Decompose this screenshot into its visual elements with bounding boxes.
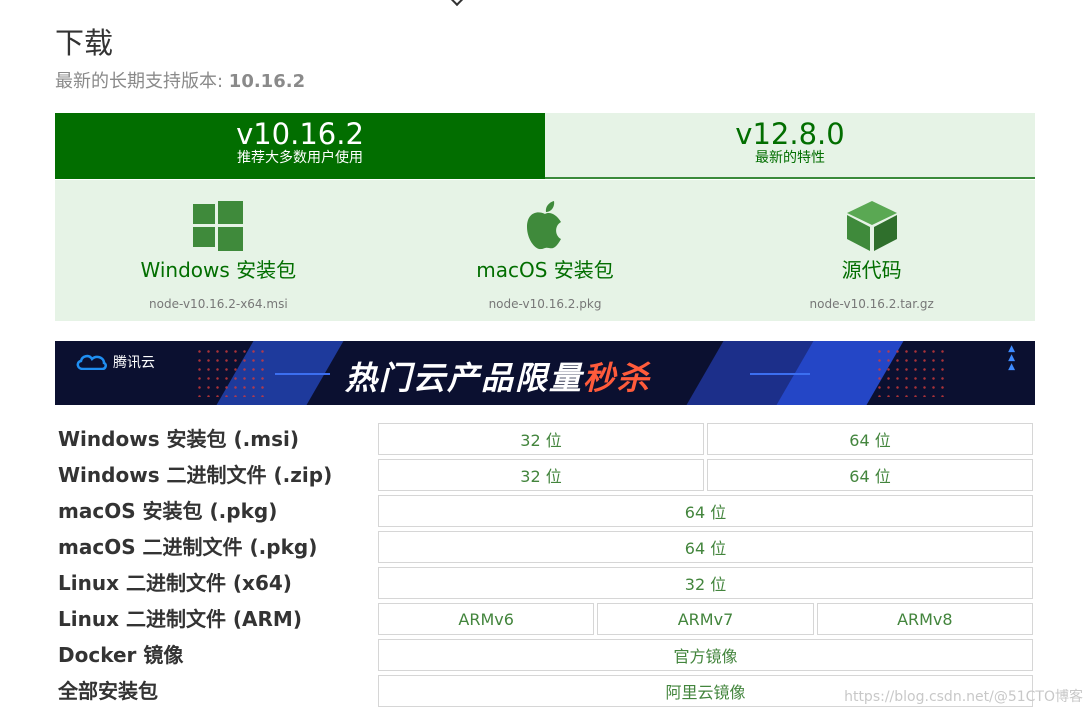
release-tabs: v10.16.2 推荐大多数用户使用 v12.8.0 最新的特性: [55, 113, 1035, 179]
download-macos-file: node-v10.16.2.pkg: [488, 297, 602, 311]
row-download-links: 32 位 64 位: [378, 459, 1033, 491]
cloud-icon: [76, 354, 107, 370]
download-link[interactable]: 官方镜像: [378, 639, 1033, 671]
row-label: Docker 镜像: [58, 643, 184, 667]
row-download-links: 64 位: [378, 531, 1033, 563]
row-download-links: ARMv6 ARMv7 ARMv8: [378, 603, 1033, 635]
banner-headline: 热门云产品限量秒杀: [345, 353, 651, 399]
download-link[interactable]: 32 位: [378, 567, 1033, 599]
cube-icon: [708, 200, 1035, 252]
watermark: https://blog.csdn.net/@51CTO博客: [844, 689, 1083, 705]
download-link[interactable]: 64 位: [378, 531, 1033, 563]
row-label: 全部安装包: [58, 679, 158, 703]
table-row: macOS 安装包 (.pkg) 64 位: [55, 493, 1035, 529]
page-title: 下载: [55, 26, 114, 60]
ad-banner[interactable]: 腾讯云 热门云产品限量秒杀 ▲ ▲ ▲: [55, 341, 1035, 405]
row-label: Linux 二进制文件 (ARM): [58, 607, 302, 631]
download-link[interactable]: 64 位: [707, 423, 1033, 455]
download-link[interactable]: 64 位: [707, 459, 1033, 491]
tab-lts-desc: 推荐大多数用户使用: [237, 150, 363, 166]
tab-current[interactable]: v12.8.0 最新的特性: [545, 113, 1035, 179]
download-source[interactable]: 源代码 node-v10.16.2.tar.gz: [708, 180, 1035, 321]
banner-headline-accent: 秒杀: [583, 359, 652, 397]
download-macos-label: macOS 安装包: [476, 258, 614, 282]
row-download-links: 官方镜像: [378, 639, 1033, 671]
chevron-down-icon[interactable]: [449, 0, 465, 7]
download-source-label: 源代码: [841, 258, 902, 282]
download-windows-installer[interactable]: Windows 安装包 node-v10.16.2-x64.msi: [55, 180, 382, 321]
lts-label: 最新的长期支持版本:: [55, 71, 229, 92]
arrows-icon: ▲ ▲ ▲: [1008, 344, 1015, 372]
row-label: Windows 二进制文件 (.zip): [58, 463, 333, 487]
banner-headline-text: 热门云产品限量: [345, 359, 584, 397]
row-download-links: 64 位: [378, 495, 1033, 527]
download-source-file: node-v10.16.2.tar.gz: [809, 297, 934, 311]
table-row: Windows 安装包 (.msi) 32 位 64 位: [55, 421, 1035, 457]
lts-subtitle: 最新的长期支持版本: 10.16.2: [55, 67, 305, 93]
download-link[interactable]: 64 位: [378, 495, 1033, 527]
decoration-dots: [875, 347, 945, 397]
row-label: Linux 二进制文件 (x64): [58, 571, 292, 595]
table-row: Linux 二进制文件 (ARM) ARMv6 ARMv7 ARMv8: [55, 601, 1035, 637]
decoration-dots: [195, 347, 265, 397]
row-label: macOS 二进制文件 (.pkg): [58, 535, 318, 559]
row-label: macOS 安装包 (.pkg): [58, 499, 278, 523]
tab-current-version: v12.8.0: [735, 117, 845, 151]
table-row: Linux 二进制文件 (x64) 32 位: [55, 565, 1035, 601]
download-options: Windows 安装包 node-v10.16.2-x64.msi macOS …: [55, 180, 1035, 321]
windows-icon: [55, 200, 382, 252]
row-download-links: 32 位 64 位: [378, 423, 1033, 455]
lts-version: 10.16.2: [228, 71, 306, 92]
apple-icon: [382, 200, 709, 252]
download-link[interactable]: ARMv7: [597, 603, 814, 635]
tab-lts[interactable]: v10.16.2 推荐大多数用户使用: [55, 113, 545, 179]
tencent-cloud-logo: 腾讯云: [75, 352, 155, 372]
download-windows-file: node-v10.16.2-x64.msi: [149, 297, 288, 311]
tab-lts-version: v10.16.2: [236, 117, 364, 151]
download-link[interactable]: ARMv6: [378, 603, 595, 635]
table-row: Windows 二进制文件 (.zip) 32 位 64 位: [55, 457, 1035, 493]
banner-brand: 腾讯云: [113, 355, 155, 371]
download-link[interactable]: 32 位: [378, 459, 704, 491]
download-macos-installer[interactable]: macOS 安装包 node-v10.16.2.pkg: [382, 180, 709, 321]
table-row: Docker 镜像 官方镜像: [55, 637, 1035, 673]
tab-current-desc: 最新的特性: [755, 150, 825, 166]
download-link[interactable]: ARMv8: [816, 603, 1033, 635]
download-windows-label: Windows 安装包: [140, 258, 297, 282]
row-download-links: 32 位: [378, 567, 1033, 599]
row-label: Windows 安装包 (.msi): [58, 427, 299, 451]
download-link[interactable]: 32 位: [378, 423, 704, 455]
table-row: macOS 二进制文件 (.pkg) 64 位: [55, 529, 1035, 565]
